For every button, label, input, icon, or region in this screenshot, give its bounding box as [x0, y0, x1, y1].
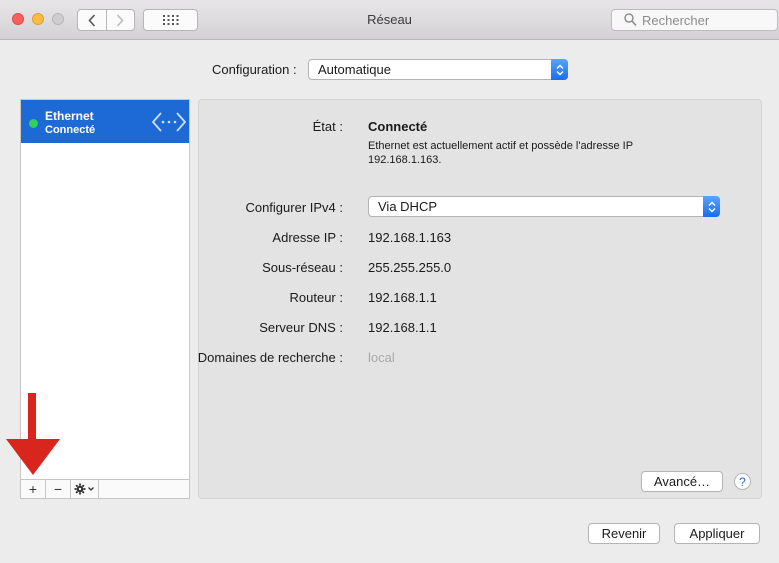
state-value: Connecté: [368, 119, 428, 134]
revert-button[interactable]: Revenir: [588, 523, 660, 544]
search-domains-field[interactable]: local: [368, 350, 395, 365]
popup-stepper-icon: [703, 196, 720, 217]
state-description-line: 192.168.1.163.: [368, 154, 442, 166]
title-bar: Réseau Rechercher: [0, 0, 779, 40]
state-description-line: Ethernet est actuellement actif et possè…: [368, 140, 634, 152]
configuration-popup[interactable]: Automatique: [308, 59, 568, 80]
dns-server-label: Serveur DNS :: [259, 320, 343, 335]
configuration-value: Automatique: [318, 62, 391, 77]
service-name: Ethernet: [45, 109, 94, 123]
red-arrow-annotation: [6, 393, 60, 475]
service-list-toolbar: + −: [20, 480, 190, 499]
service-status: Connecté: [45, 124, 96, 136]
search-icon: [624, 13, 637, 27]
status-dot: [29, 119, 38, 128]
popup-stepper-icon: [551, 59, 568, 80]
ipv4-label: Configurer IPv4 :: [245, 200, 343, 215]
action-menu-button[interactable]: [71, 480, 99, 498]
dns-server-value: 192.168.1.1: [368, 320, 437, 335]
subnet-label: Sous-réseau :: [262, 260, 343, 275]
search-field[interactable]: Rechercher: [611, 9, 778, 31]
configure-ipv4-popup[interactable]: Via DHCP: [368, 196, 720, 217]
add-service-button[interactable]: +: [21, 480, 46, 498]
subnet-value: 255.255.255.0: [368, 260, 452, 275]
search-placeholder: Rechercher: [642, 12, 710, 28]
search-domains-label: Domaines de recherche :: [197, 350, 343, 365]
advanced-button[interactable]: Avancé…: [641, 471, 723, 492]
configuration-label: Configuration :: [212, 62, 297, 77]
detail-panel: État : Connecté Ethernet est actuellemen…: [198, 99, 762, 499]
remove-service-button[interactable]: −: [46, 480, 71, 498]
gear-icon: [74, 483, 94, 495]
service-item-ethernet[interactable]: Ethernet Connecté: [21, 100, 189, 143]
ip-address-label: Adresse IP :: [272, 230, 343, 245]
chevron-down-icon: [87, 487, 94, 491]
state-description: Ethernet est actuellement actif et possè…: [368, 139, 688, 167]
apply-button[interactable]: Appliquer: [674, 523, 760, 544]
help-button[interactable]: ?: [734, 473, 751, 490]
ip-address-value: 192.168.1.163: [368, 230, 452, 245]
state-label: État :: [312, 119, 343, 134]
router-label: Routeur :: [289, 290, 343, 305]
ipv4-value: Via DHCP: [378, 199, 438, 214]
ethernet-icon: [152, 112, 186, 132]
router-value: 192.168.1.1: [368, 290, 437, 305]
